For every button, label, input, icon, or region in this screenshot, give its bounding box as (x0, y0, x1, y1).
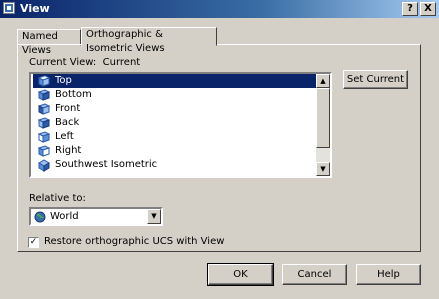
set-current-button[interactable]: Set Current (343, 70, 408, 89)
current-view-value: Current (102, 57, 141, 68)
list-scrollbar[interactable]: ▲ ▼ (316, 74, 330, 176)
southwest-isometric-icon (38, 159, 50, 172)
relative-to-label: Relative to: (29, 193, 86, 204)
front-view-icon (37, 103, 51, 115)
chevron-down-icon[interactable]: ▼ (147, 209, 161, 224)
back-view-icon (37, 117, 51, 129)
restore-ucs-label: Restore orthographic UCS with View (44, 236, 225, 247)
scroll-thumb[interactable] (316, 88, 330, 148)
left-view-icon (37, 131, 51, 143)
list-item-right[interactable]: Right (33, 144, 316, 158)
list-item-bottom[interactable]: Bottom (33, 88, 316, 102)
restore-ucs-checkbox[interactable]: ✓ (28, 237, 39, 248)
list-item-front[interactable]: Front (33, 102, 316, 116)
list-item-back[interactable]: Back (33, 116, 316, 130)
window-title: View (20, 2, 50, 15)
list-item-southwest-isometric[interactable]: Southwest Isometric (33, 158, 316, 172)
help-title-button[interactable]: ? (402, 2, 418, 16)
current-view-label: Current View: Current (29, 57, 141, 68)
scroll-up-button[interactable]: ▲ (316, 74, 330, 88)
title-bar: View ? X (0, 0, 439, 18)
help-button[interactable]: Help (356, 264, 421, 285)
app-icon (3, 2, 15, 14)
ok-button[interactable]: OK (207, 263, 274, 286)
list-item-left[interactable]: Left (33, 130, 316, 144)
close-title-button[interactable]: X (420, 2, 436, 16)
scroll-down-button[interactable]: ▼ (316, 162, 330, 176)
right-view-icon (37, 145, 51, 157)
views-listbox[interactable]: Top Bottom Front Back Left Right Southwe… (29, 72, 332, 178)
top-view-icon (37, 75, 51, 87)
cancel-button[interactable]: Cancel (282, 264, 347, 285)
list-item-top[interactable]: Top (33, 74, 316, 88)
relative-to-select[interactable]: World ▼ (29, 207, 163, 226)
tab-orthographic-isometric-views[interactable]: Orthographic & Isometric Views (81, 27, 217, 54)
globe-icon (34, 211, 46, 223)
bottom-view-icon (37, 89, 51, 101)
